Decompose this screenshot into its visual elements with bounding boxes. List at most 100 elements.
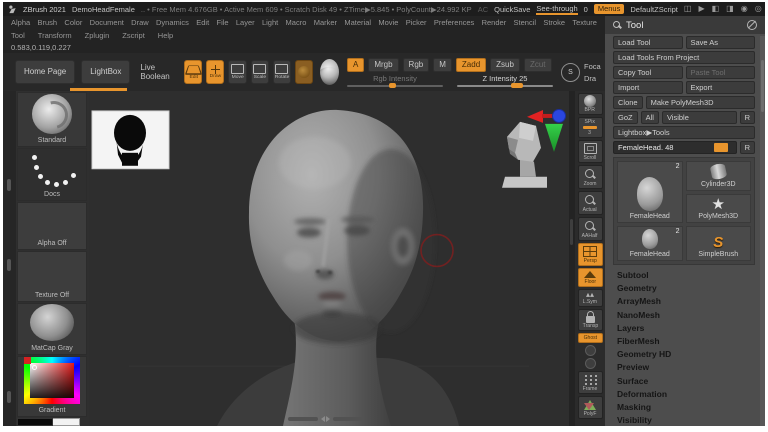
lightbox-toggle-icon[interactable]: ▶	[698, 4, 704, 14]
dynamic-button[interactable]	[584, 358, 596, 369]
mrgb-button[interactable]: Mrgb	[368, 57, 399, 72]
panel-menu-icon[interactable]	[747, 20, 757, 30]
clone-button[interactable]: Clone	[613, 96, 643, 109]
main-color-swatch[interactable]	[17, 418, 53, 426]
search-icon[interactable]	[613, 21, 622, 29]
section-deformation[interactable]: Deformation	[613, 388, 755, 401]
menu-macro[interactable]: Macro	[286, 18, 307, 27]
bpr-button[interactable]: BPR	[577, 93, 603, 115]
secondary-color-swatch[interactable]	[53, 418, 80, 426]
grab-doc-icon[interactable]: ◧	[712, 4, 720, 14]
section-arraymesh[interactable]: ArrayMesh	[613, 295, 755, 308]
ghost-button[interactable]: Ghost	[577, 333, 603, 343]
menus-button[interactable]: Menus	[593, 4, 625, 14]
load-tools-from-project-button[interactable]: Load Tools From Project	[613, 51, 755, 64]
solo-button[interactable]	[584, 345, 596, 356]
section-preview[interactable]: Preview	[613, 361, 755, 374]
tool-thumb-simplebrush[interactable]: S SimpleBrush	[685, 226, 751, 261]
active-tool-slider[interactable]: FemaleHead. 48	[613, 141, 737, 154]
move-button[interactable]: Move	[228, 60, 247, 84]
default-zscript-button[interactable]: DefaultZScript	[630, 5, 678, 14]
menu-dynamics[interactable]: Dynamics	[156, 18, 189, 27]
menu-document[interactable]: Document	[90, 18, 124, 27]
home-page-button[interactable]: Home Page	[15, 60, 76, 84]
z-intensity-handle[interactable]	[510, 82, 523, 88]
section-layers[interactable]: Layers	[613, 322, 755, 335]
tool-thumb-polymesh3d[interactable]: ★ PolyMesh3D	[685, 194, 751, 223]
rgb-button[interactable]: Rgb	[402, 57, 430, 72]
menu-alpha[interactable]: Alpha	[11, 18, 30, 27]
color-picker-square[interactable]	[24, 357, 80, 405]
section-geometry-hd[interactable]: Geometry HD	[613, 348, 755, 361]
draw-button[interactable]: Draw	[206, 60, 225, 84]
menu-help[interactable]: Help	[158, 31, 173, 40]
save-as-button[interactable]: Save As	[685, 36, 755, 49]
menu-material[interactable]: Material	[344, 18, 371, 27]
user-icon[interactable]: ◉	[741, 4, 748, 14]
menu-transform[interactable]: Transform	[38, 31, 72, 40]
goz-r-button[interactable]: R	[739, 111, 755, 124]
slider-handle[interactable]	[713, 143, 729, 152]
document-canvas[interactable]	[89, 91, 569, 426]
a-button[interactable]: A	[346, 57, 365, 72]
menu-brush[interactable]: Brush	[38, 18, 58, 27]
section-surface[interactable]: Surface	[613, 375, 755, 388]
menu-picker[interactable]: Picker	[406, 18, 427, 27]
tool-panel-scrollbar[interactable]	[760, 36, 765, 426]
tool-thumb-femalehead-2[interactable]: 2 FemaleHead	[617, 226, 683, 261]
m-button[interactable]: M	[433, 57, 452, 72]
quicksave-button[interactable]: QuickSave	[494, 5, 530, 14]
current-texture-thumb[interactable]: Texture Off	[17, 251, 87, 303]
menu-zplugin[interactable]: Zplugin	[85, 31, 110, 40]
section-fibermesh[interactable]: FiberMesh	[613, 335, 755, 348]
live-boolean-button[interactable]: Live Boolean	[140, 63, 174, 81]
menu-stroke[interactable]: Stroke	[543, 18, 565, 27]
section-geometry[interactable]: Geometry	[613, 282, 755, 295]
rotate-button[interactable]: Rotate	[272, 60, 291, 84]
focal-shift-slider[interactable]: Foca	[584, 62, 601, 71]
zsub-button[interactable]: Zsub	[490, 57, 520, 72]
polyf-button[interactable]: PolyF	[577, 396, 603, 419]
actual-button[interactable]: Actual	[577, 191, 603, 215]
current-material-ball[interactable]	[319, 59, 339, 85]
menu-stencil[interactable]: Stencil	[514, 18, 537, 27]
floor-button[interactable]: Floor	[577, 268, 603, 287]
copy-tool-button[interactable]: Copy Tool	[613, 66, 683, 79]
left-shelf-scrollbar[interactable]	[3, 91, 16, 426]
menu-zscript[interactable]: Zscript	[122, 31, 145, 40]
menu-marker[interactable]: Marker	[314, 18, 337, 27]
menu-draw[interactable]: Draw	[131, 18, 149, 27]
sculptris-pro-button[interactable]	[294, 60, 313, 84]
shelf-divider[interactable]	[569, 91, 575, 426]
menu-texture[interactable]: Texture	[572, 18, 597, 27]
persp-button[interactable]: Persp	[577, 243, 603, 266]
tool-thumb-cylinder3d[interactable]: Cylinder3D	[685, 161, 751, 191]
goz-all-button[interactable]: All	[640, 111, 659, 124]
current-alpha-thumb[interactable]: Alpha Off	[17, 201, 87, 251]
rgb-intensity-handle[interactable]	[389, 82, 397, 88]
z-intensity-slider[interactable]: Z Intensity 25	[456, 74, 553, 88]
tool-thumb-femalehead[interactable]: 2 FemaleHead	[617, 161, 683, 223]
menu-edit[interactable]: Edit	[196, 18, 209, 27]
lightbox-button[interactable]: LightBox	[81, 60, 131, 84]
frame-button[interactable]: Frame	[577, 371, 603, 394]
aahalf-button[interactable]: AAHalf	[577, 217, 603, 241]
menu-color[interactable]: Color	[64, 18, 82, 27]
menu-layer[interactable]: Layer	[236, 18, 255, 27]
current-brush-thumb[interactable]: Standard	[17, 92, 87, 147]
menu-preferences[interactable]: Preferences	[434, 18, 474, 27]
lightbox-tools-button[interactable]: Lightbox▶Tools	[613, 126, 755, 139]
import-button[interactable]: Import	[613, 81, 683, 94]
make-polymesh3d-button[interactable]: Make PolyMesh3D	[645, 96, 755, 109]
edit-button[interactable]: Edit	[184, 60, 203, 84]
menu-file[interactable]: File	[216, 18, 228, 27]
load-tool-button[interactable]: Load Tool	[613, 36, 683, 49]
goz-button[interactable]: GoZ	[613, 111, 638, 124]
section-subtool[interactable]: Subtool	[613, 269, 755, 282]
scale-button[interactable]: Scale	[250, 60, 269, 84]
rgb-intensity-slider[interactable]: Rgb Intensity	[346, 74, 443, 88]
scroll-button[interactable]: Scroll	[577, 140, 603, 163]
current-material-thumb[interactable]: MatCap Gray	[17, 303, 87, 356]
menu-tool[interactable]: Tool	[11, 31, 25, 40]
section-visibility[interactable]: Visibility	[613, 414, 755, 426]
